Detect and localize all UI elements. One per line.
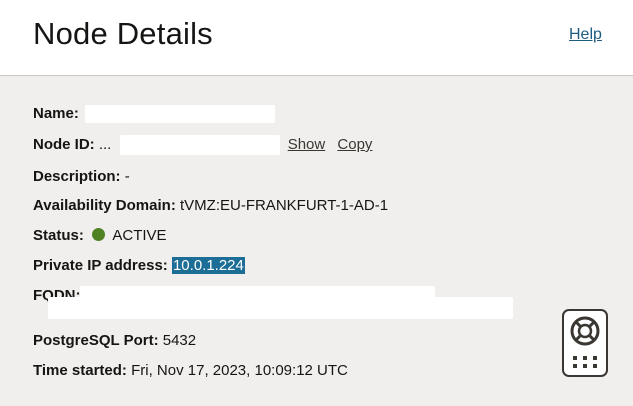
name-value-redacted	[85, 105, 276, 124]
fqdn-value-redacted-line2	[48, 297, 513, 319]
status-row: Status: ACTIVE	[33, 226, 167, 246]
grid-dots-icon	[573, 356, 597, 368]
page-title: Node Details	[33, 16, 213, 51]
name-row: Name:	[33, 104, 276, 124]
node-id-label: Node ID:	[33, 136, 95, 153]
availability-domain-row: Availability Domain: tVMZ:EU-FRANKFURT-1…	[33, 196, 388, 216]
availability-domain-value: tVMZ:EU-FRANKFURT-1-AD-1	[179, 197, 389, 214]
help-center-widget-button[interactable]	[562, 309, 608, 377]
private-ip-label: Private IP address:	[33, 257, 168, 274]
time-started-label: Time started:	[33, 362, 127, 379]
node-details-page: Node Details Help Name: Node ID: ... Sho…	[0, 0, 633, 406]
postgresql-port-value: 5432	[162, 332, 197, 349]
node-id-value-redacted	[119, 135, 280, 156]
description-label: Description:	[33, 168, 121, 185]
time-started-row: Time started: Fri, Nov 17, 2023, 10:09:1…	[33, 361, 348, 381]
private-ip-value[interactable]: 10.0.1.224	[171, 257, 245, 274]
postgresql-port-label: PostgreSQL Port:	[33, 332, 159, 349]
postgresql-port-row: PostgreSQL Port: 5432	[33, 331, 196, 351]
description-row: Description: -	[33, 167, 130, 187]
status-active-icon	[92, 228, 106, 241]
show-node-id-link[interactable]: Show	[288, 136, 326, 153]
copy-node-id-link[interactable]: Copy	[337, 136, 372, 153]
availability-domain-label: Availability Domain:	[33, 197, 176, 214]
status-value: ACTIVE	[112, 227, 167, 244]
node-id-row: Node ID: ... Show Copy	[33, 135, 372, 156]
time-started-value: Fri, Nov 17, 2023, 10:09:12 UTC	[131, 362, 348, 379]
help-link[interactable]: Help	[569, 26, 602, 44]
name-label: Name:	[33, 105, 79, 122]
status-label: Status:	[33, 227, 84, 244]
description-value: -	[124, 168, 130, 185]
private-ip-row: Private IP address: 10.0.1.224	[33, 256, 245, 276]
page-header: Node Details Help	[0, 0, 633, 76]
node-id-value: ...	[98, 136, 112, 153]
lifebuoy-icon	[570, 316, 600, 368]
